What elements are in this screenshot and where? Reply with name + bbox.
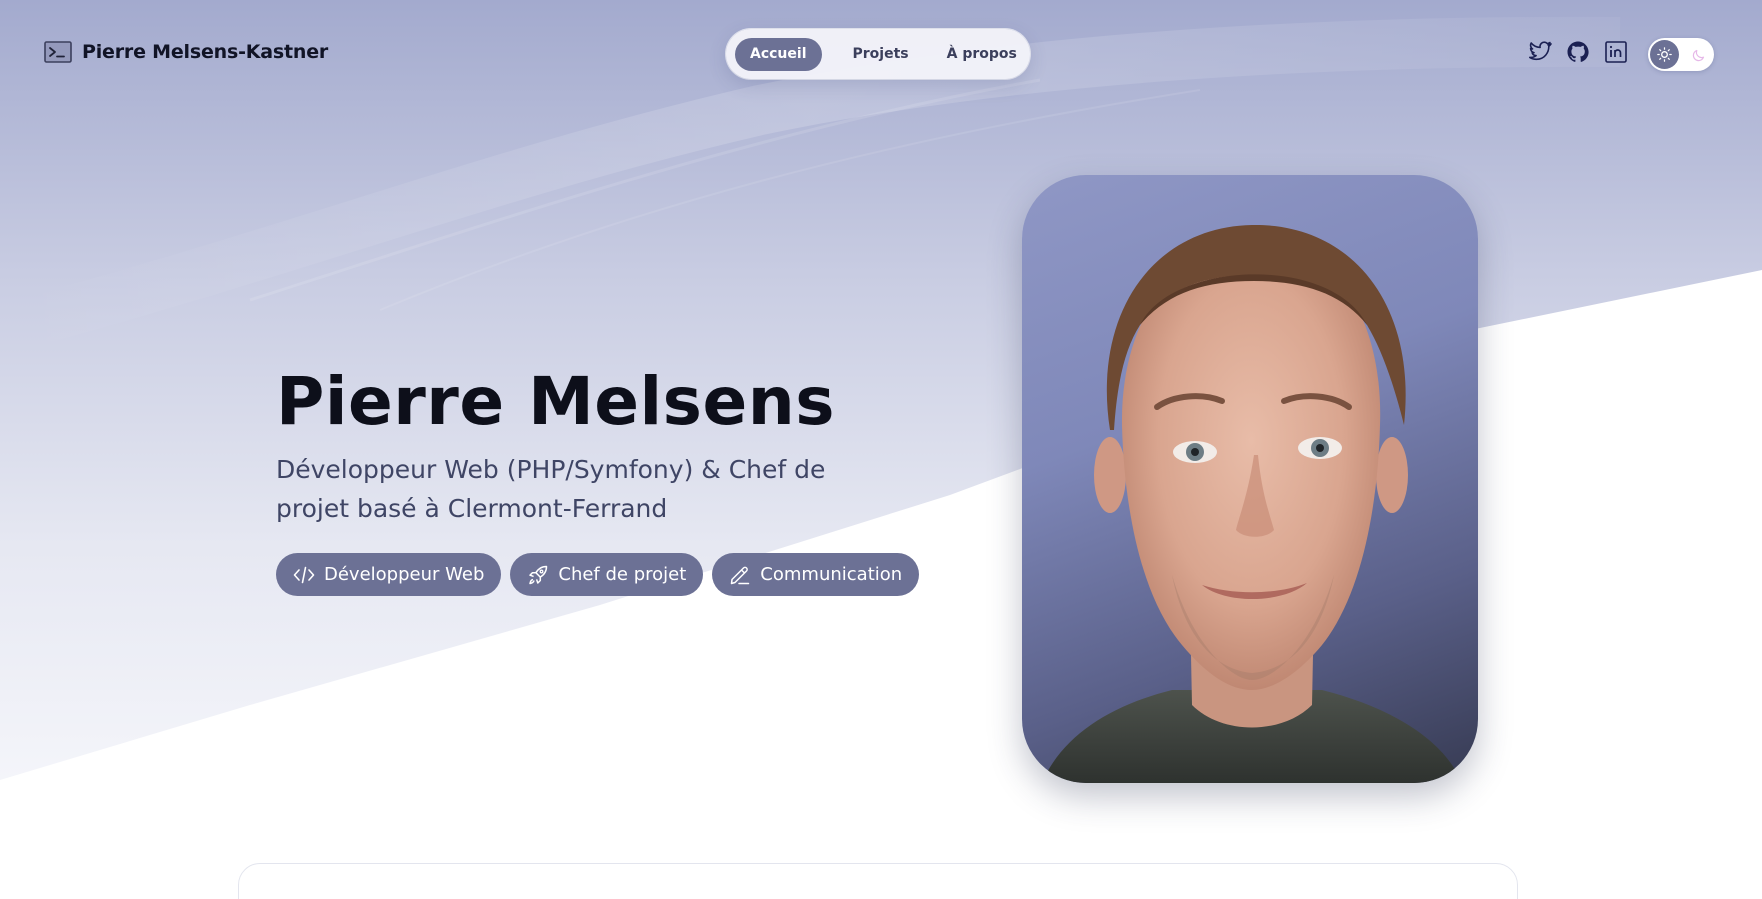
hero-subtitle: Développeur Web (PHP/Symfony) & Chef de … xyxy=(276,455,826,523)
content-card xyxy=(238,863,1518,899)
main-nav: Accueil Projets À propos xyxy=(726,29,1030,79)
nav-item-accueil[interactable]: Accueil xyxy=(735,37,822,71)
profile-photo xyxy=(1022,175,1478,783)
pencil-icon xyxy=(729,564,751,586)
tag-developpeur-web[interactable]: Développeur Web xyxy=(276,553,502,596)
nav-item-projets[interactable]: Projets xyxy=(838,38,924,71)
terminal-icon xyxy=(44,40,72,64)
hero-title: Pierre Melsens xyxy=(276,363,835,440)
rocket-icon xyxy=(527,564,549,586)
twitter-icon[interactable] xyxy=(1528,40,1552,64)
moon-icon xyxy=(1691,47,1706,62)
tag-chef-de-projet[interactable]: Chef de projet xyxy=(510,553,704,596)
tag-label: Chef de projet xyxy=(558,564,687,585)
social-links xyxy=(1528,40,1628,64)
hero-tags: Développeur Web Chef de projet Communica… xyxy=(276,553,920,596)
linkedin-icon[interactable] xyxy=(1604,40,1628,64)
brand-name: Pierre Melsens-Kastner xyxy=(82,41,329,63)
hero-section: Pierre Melsens Développeur Web (PHP/Symf… xyxy=(276,362,920,596)
theme-toggle[interactable] xyxy=(1648,38,1714,71)
github-icon[interactable] xyxy=(1566,40,1590,64)
nav-item-a-propos[interactable]: À propos xyxy=(932,38,1032,71)
tag-label: Communication xyxy=(760,564,903,585)
brand-link[interactable]: Pierre Melsens-Kastner xyxy=(44,40,328,64)
tag-communication[interactable]: Communication xyxy=(712,553,920,596)
code-icon xyxy=(293,564,315,586)
sun-icon xyxy=(1650,40,1679,69)
site-header: Pierre Melsens-Kastner Accueil Projets À… xyxy=(0,0,1762,108)
tag-label: Développeur Web xyxy=(324,564,485,585)
